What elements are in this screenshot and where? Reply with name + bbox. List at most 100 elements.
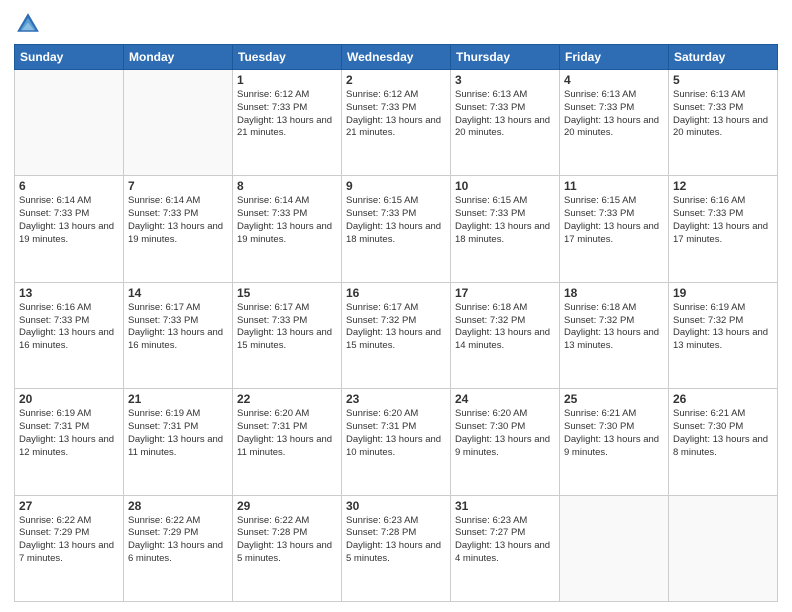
day-info: Sunrise: 6:23 AM Sunset: 7:27 PM Dayligh…: [455, 515, 555, 566]
table-row: 24 Sunrise: 6:20 AM Sunset: 7:30 PM Dayli…: [451, 389, 560, 495]
col-thursday: Thursday: [451, 45, 560, 70]
day-info: Sunrise: 6:17 AM Sunset: 7:33 PM Dayligh…: [128, 302, 228, 353]
day-number: 3: [455, 73, 555, 87]
table-row: 31 Sunrise: 6:23 AM Sunset: 7:27 PM Dayli…: [451, 495, 560, 601]
calendar-week-row: 1 Sunrise: 6:12 AM Sunset: 7:33 PM Daylig…: [15, 70, 778, 176]
day-number: 9: [346, 179, 446, 193]
day-number: 31: [455, 499, 555, 513]
day-info: Sunrise: 6:23 AM Sunset: 7:28 PM Dayligh…: [346, 515, 446, 566]
col-saturday: Saturday: [669, 45, 778, 70]
day-number: 18: [564, 286, 664, 300]
day-info: Sunrise: 6:18 AM Sunset: 7:32 PM Dayligh…: [564, 302, 664, 353]
day-number: 4: [564, 73, 664, 87]
day-number: 19: [673, 286, 773, 300]
day-info: Sunrise: 6:13 AM Sunset: 7:33 PM Dayligh…: [564, 89, 664, 140]
day-number: 30: [346, 499, 446, 513]
calendar-week-row: 20 Sunrise: 6:19 AM Sunset: 7:31 PM Dayli…: [15, 389, 778, 495]
table-row: 6 Sunrise: 6:14 AM Sunset: 7:33 PM Daylig…: [15, 176, 124, 282]
day-info: Sunrise: 6:16 AM Sunset: 7:33 PM Dayligh…: [673, 195, 773, 246]
day-info: Sunrise: 6:17 AM Sunset: 7:33 PM Dayligh…: [237, 302, 337, 353]
table-row: 28 Sunrise: 6:22 AM Sunset: 7:29 PM Dayli…: [124, 495, 233, 601]
table-row: [124, 70, 233, 176]
day-info: Sunrise: 6:20 AM Sunset: 7:31 PM Dayligh…: [237, 408, 337, 459]
col-monday: Monday: [124, 45, 233, 70]
logo-icon: [14, 10, 42, 38]
day-number: 10: [455, 179, 555, 193]
day-number: 24: [455, 392, 555, 406]
day-number: 29: [237, 499, 337, 513]
day-info: Sunrise: 6:19 AM Sunset: 7:31 PM Dayligh…: [128, 408, 228, 459]
day-number: 21: [128, 392, 228, 406]
col-tuesday: Tuesday: [233, 45, 342, 70]
day-number: 7: [128, 179, 228, 193]
day-info: Sunrise: 6:21 AM Sunset: 7:30 PM Dayligh…: [564, 408, 664, 459]
table-row: 29 Sunrise: 6:22 AM Sunset: 7:28 PM Dayli…: [233, 495, 342, 601]
day-info: Sunrise: 6:15 AM Sunset: 7:33 PM Dayligh…: [346, 195, 446, 246]
table-row: 23 Sunrise: 6:20 AM Sunset: 7:31 PM Dayli…: [342, 389, 451, 495]
table-row: 20 Sunrise: 6:19 AM Sunset: 7:31 PM Dayli…: [15, 389, 124, 495]
day-number: 25: [564, 392, 664, 406]
calendar-week-row: 27 Sunrise: 6:22 AM Sunset: 7:29 PM Dayli…: [15, 495, 778, 601]
table-row: 1 Sunrise: 6:12 AM Sunset: 7:33 PM Daylig…: [233, 70, 342, 176]
table-row: 26 Sunrise: 6:21 AM Sunset: 7:30 PM Dayli…: [669, 389, 778, 495]
table-row: 14 Sunrise: 6:17 AM Sunset: 7:33 PM Dayli…: [124, 282, 233, 388]
day-number: 26: [673, 392, 773, 406]
table-row: 19 Sunrise: 6:19 AM Sunset: 7:32 PM Dayli…: [669, 282, 778, 388]
day-info: Sunrise: 6:14 AM Sunset: 7:33 PM Dayligh…: [19, 195, 119, 246]
table-row: 11Sunrise: 6:15 AM Sunset: 7:33 PM Dayli…: [560, 176, 669, 282]
calendar-week-row: 6 Sunrise: 6:14 AM Sunset: 7:33 PM Daylig…: [15, 176, 778, 282]
day-info: Sunrise: 6:19 AM Sunset: 7:32 PM Dayligh…: [673, 302, 773, 353]
day-info: Sunrise: 6:13 AM Sunset: 7:33 PM Dayligh…: [673, 89, 773, 140]
table-row: 22Sunrise: 6:20 AM Sunset: 7:31 PM Dayli…: [233, 389, 342, 495]
table-row: 21 Sunrise: 6:19 AM Sunset: 7:31 PM Dayli…: [124, 389, 233, 495]
day-number: 8: [237, 179, 337, 193]
day-info: Sunrise: 6:20 AM Sunset: 7:30 PM Dayligh…: [455, 408, 555, 459]
table-row: [560, 495, 669, 601]
table-row: 17Sunrise: 6:18 AM Sunset: 7:32 PM Dayli…: [451, 282, 560, 388]
day-info: Sunrise: 6:14 AM Sunset: 7:33 PM Dayligh…: [128, 195, 228, 246]
table-row: 5 Sunrise: 6:13 AM Sunset: 7:33 PM Daylig…: [669, 70, 778, 176]
day-info: Sunrise: 6:22 AM Sunset: 7:29 PM Dayligh…: [19, 515, 119, 566]
table-row: 27 Sunrise: 6:22 AM Sunset: 7:29 PM Dayli…: [15, 495, 124, 601]
table-row: 30 Sunrise: 6:23 AM Sunset: 7:28 PM Dayli…: [342, 495, 451, 601]
table-row: 2 Sunrise: 6:12 AM Sunset: 7:33 PM Daylig…: [342, 70, 451, 176]
day-number: 5: [673, 73, 773, 87]
table-row: 13 Sunrise: 6:16 AM Sunset: 7:33 PM Dayli…: [15, 282, 124, 388]
logo: [14, 10, 46, 38]
table-row: 7 Sunrise: 6:14 AM Sunset: 7:33 PM Daylig…: [124, 176, 233, 282]
table-row: 25 Sunrise: 6:21 AM Sunset: 7:30 PM Dayli…: [560, 389, 669, 495]
page: Sunday Monday Tuesday Wednesday Thursday…: [0, 0, 792, 612]
table-row: 9 Sunrise: 6:15 AM Sunset: 7:33 PM Daylig…: [342, 176, 451, 282]
day-number: 27: [19, 499, 119, 513]
day-number: 16: [346, 286, 446, 300]
day-info: Sunrise: 6:19 AM Sunset: 7:31 PM Dayligh…: [19, 408, 119, 459]
calendar-table: Sunday Monday Tuesday Wednesday Thursday…: [14, 44, 778, 602]
day-number: 28: [128, 499, 228, 513]
day-number: 23: [346, 392, 446, 406]
day-number: 6: [19, 179, 119, 193]
day-number: 14: [128, 286, 228, 300]
day-number: 12: [673, 179, 773, 193]
table-row: 18 Sunrise: 6:18 AM Sunset: 7:32 PM Dayli…: [560, 282, 669, 388]
day-info: Sunrise: 6:13 AM Sunset: 7:33 PM Dayligh…: [455, 89, 555, 140]
day-info: Sunrise: 6:22 AM Sunset: 7:28 PM Dayligh…: [237, 515, 337, 566]
day-info: Sunrise: 6:21 AM Sunset: 7:30 PM Dayligh…: [673, 408, 773, 459]
day-info: Sunrise: 6:20 AM Sunset: 7:31 PM Dayligh…: [346, 408, 446, 459]
day-number: 2: [346, 73, 446, 87]
col-sunday: Sunday: [15, 45, 124, 70]
day-number: 15: [237, 286, 337, 300]
day-number: 20: [19, 392, 119, 406]
day-info: Sunrise: 6:12 AM Sunset: 7:33 PM Dayligh…: [346, 89, 446, 140]
day-info: Sunrise: 6:12 AM Sunset: 7:33 PM Dayligh…: [237, 89, 337, 140]
day-info: Sunrise: 6:18 AM Sunset: 7:32 PM Dayligh…: [455, 302, 555, 353]
day-number: 1: [237, 73, 337, 87]
day-number: 13: [19, 286, 119, 300]
day-info: Sunrise: 6:15 AM Sunset: 7:33 PM Dayligh…: [564, 195, 664, 246]
day-info: Sunrise: 6:22 AM Sunset: 7:29 PM Dayligh…: [128, 515, 228, 566]
calendar-week-row: 13 Sunrise: 6:16 AM Sunset: 7:33 PM Dayli…: [15, 282, 778, 388]
day-info: Sunrise: 6:16 AM Sunset: 7:33 PM Dayligh…: [19, 302, 119, 353]
day-info: Sunrise: 6:17 AM Sunset: 7:32 PM Dayligh…: [346, 302, 446, 353]
day-info: Sunrise: 6:15 AM Sunset: 7:33 PM Dayligh…: [455, 195, 555, 246]
table-row: 8Sunrise: 6:14 AM Sunset: 7:33 PM Daylig…: [233, 176, 342, 282]
table-row: [15, 70, 124, 176]
